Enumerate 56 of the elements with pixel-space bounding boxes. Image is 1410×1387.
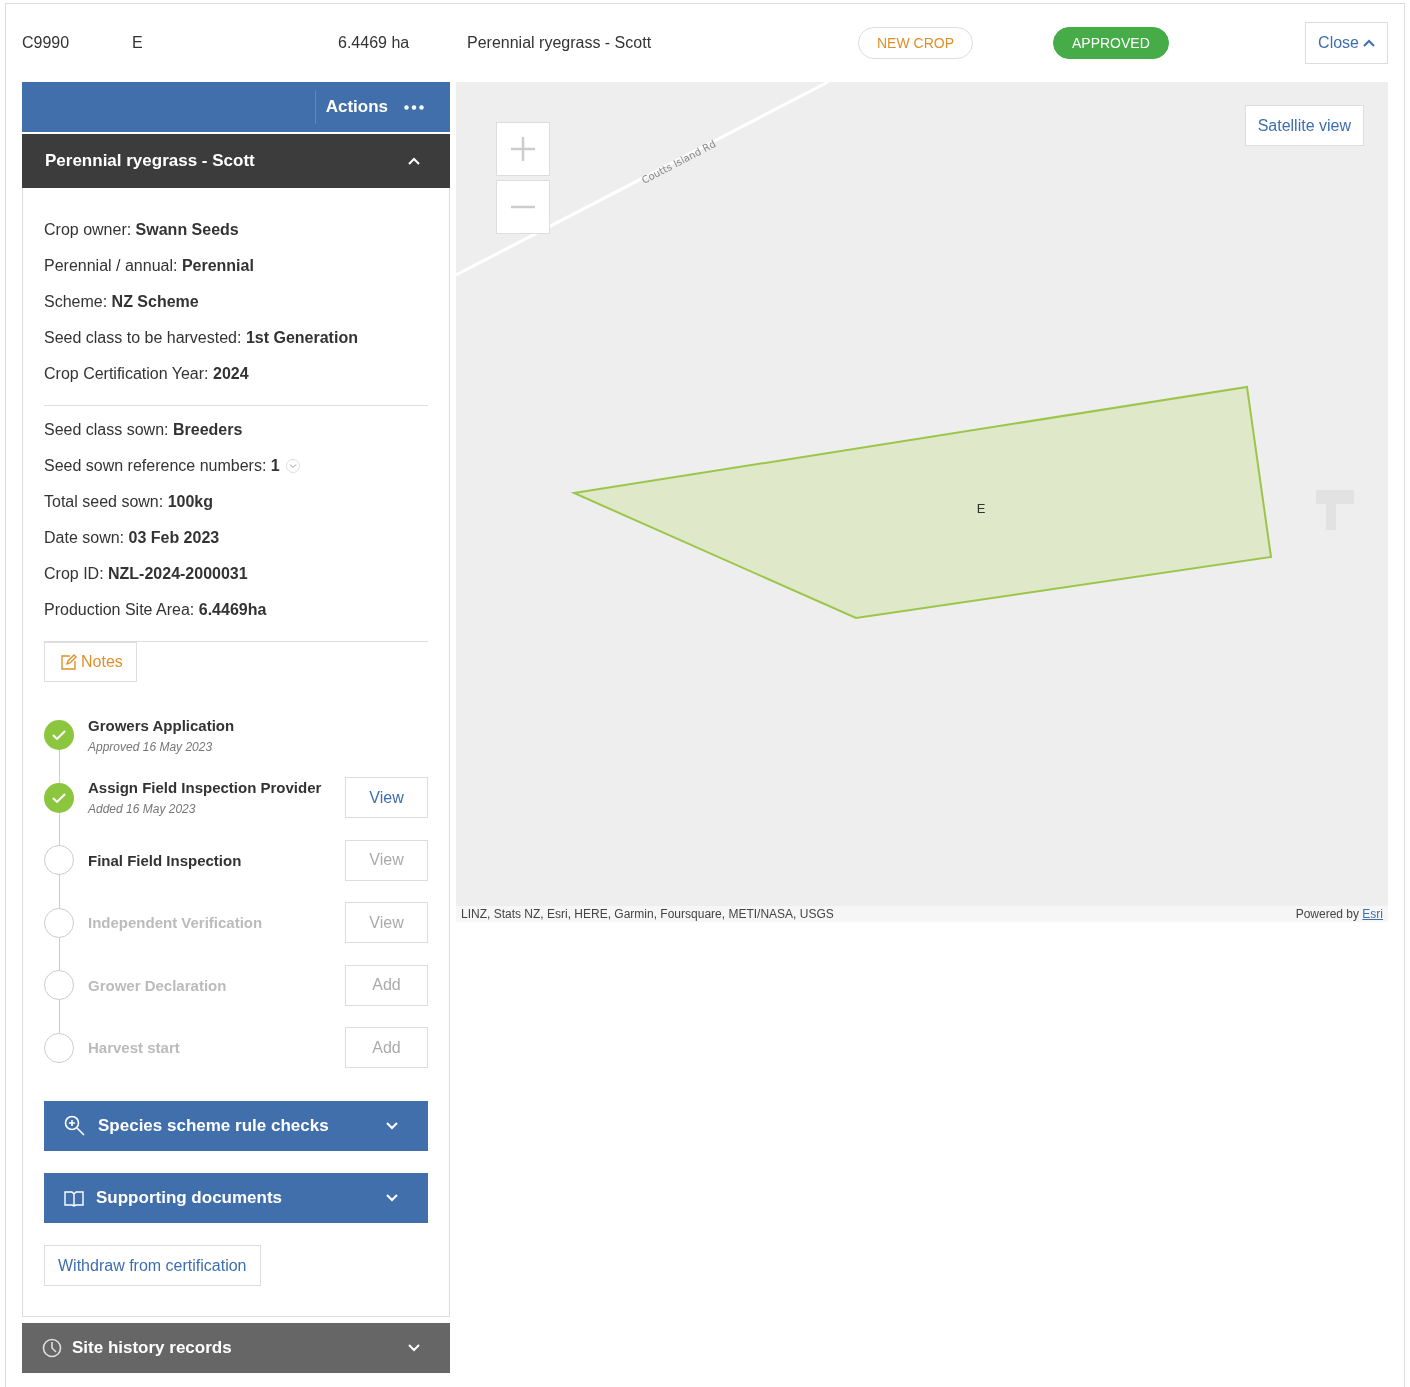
crop-title: Perennial ryegrass - Scott (45, 151, 255, 171)
chevron-down-icon (408, 1344, 420, 1352)
actions-button[interactable]: Actions (314, 90, 450, 124)
section-header[interactable]: Species scheme rule checks (44, 1101, 428, 1151)
section-header[interactable]: Supporting documents (44, 1173, 428, 1223)
detail-text: Seed class to be harvested: 1st Generation (44, 328, 358, 347)
withdraw-button[interactable]: Withdraw from certification (44, 1245, 261, 1286)
detail-text: Total seed sown: 100kg (44, 492, 213, 511)
detail-text: Scheme: NZ Scheme (44, 292, 199, 311)
field-label: E (976, 501, 986, 516)
powered-by-text: Powered by Esri (1295, 907, 1383, 921)
step-title: Growers Application (88, 716, 236, 734)
step-title: Final Field Inspection (88, 851, 243, 869)
step-title: Independent Verification (88, 914, 264, 932)
step-title: Assign Field Inspection Provider (88, 779, 323, 797)
detail-text: Seed class sown: Breeders (44, 420, 243, 439)
crop-title-bar[interactable]: Perennial ryegrass - Scott (22, 134, 450, 188)
status-badge: NEW CROP (858, 27, 973, 59)
close-button[interactable]: Close (1305, 22, 1388, 64)
detail-text: Crop owner: Swann Seeds (44, 220, 239, 239)
book-icon (64, 1189, 84, 1207)
detail-text: Seed sown reference numbers: 1 (44, 456, 280, 475)
field-polygon[interactable] (570, 385, 1273, 620)
step-title: Harvest start (88, 1039, 181, 1057)
chevron-up-icon (1363, 39, 1375, 47)
step-title: Grower Declaration (88, 976, 228, 994)
notes-button[interactable]: Notes (44, 642, 137, 682)
minus-icon (510, 205, 536, 209)
chevron-up-icon (408, 157, 420, 165)
chevron-down-icon (386, 1122, 398, 1130)
map-attribution: LINZ, Stats NZ, Esri, HERE, Garmin, Foursquare, METI/NASA, USGS (461, 907, 834, 921)
detail-text: Date sown: 03 Feb 2023 (44, 528, 220, 547)
more-icon (404, 104, 424, 110)
zoom-in-button[interactable] (496, 122, 550, 176)
crop-area: 6.4469 ha (338, 34, 467, 52)
chevron-down-icon (386, 1194, 398, 1202)
esri-link[interactable]: Esri (1362, 907, 1383, 921)
detail-text: Production Site Area: 6.4469ha (44, 600, 267, 619)
step-action-button[interactable]: View (345, 777, 428, 819)
detail-text: Perennial / annual: Perennial (44, 256, 254, 275)
step-date: Approved 16 May 2023 (88, 739, 214, 754)
zoom-in-icon (64, 1115, 86, 1137)
crop-name: Perennial ryegrass - Scott (467, 34, 653, 52)
satellite-view-button[interactable]: Satellite view (1244, 105, 1364, 146)
paddock-name: E (132, 34, 144, 52)
zoom-out-button[interactable] (496, 180, 550, 234)
step-date: Added 16 May 2023 (88, 802, 197, 817)
chevron-down-icon[interactable] (285, 458, 300, 473)
detail-text: Crop Certification Year: 2024 (44, 364, 249, 383)
edit-icon (61, 654, 77, 670)
site-history-header[interactable]: Site history records (22, 1323, 450, 1373)
detail-text: Crop ID: NZL-2024-2000031 (44, 564, 248, 583)
plus-icon (510, 136, 536, 162)
clock-icon (42, 1338, 62, 1358)
crop-code: C9990 (22, 34, 71, 52)
status-badge: APPROVED (1053, 27, 1169, 59)
